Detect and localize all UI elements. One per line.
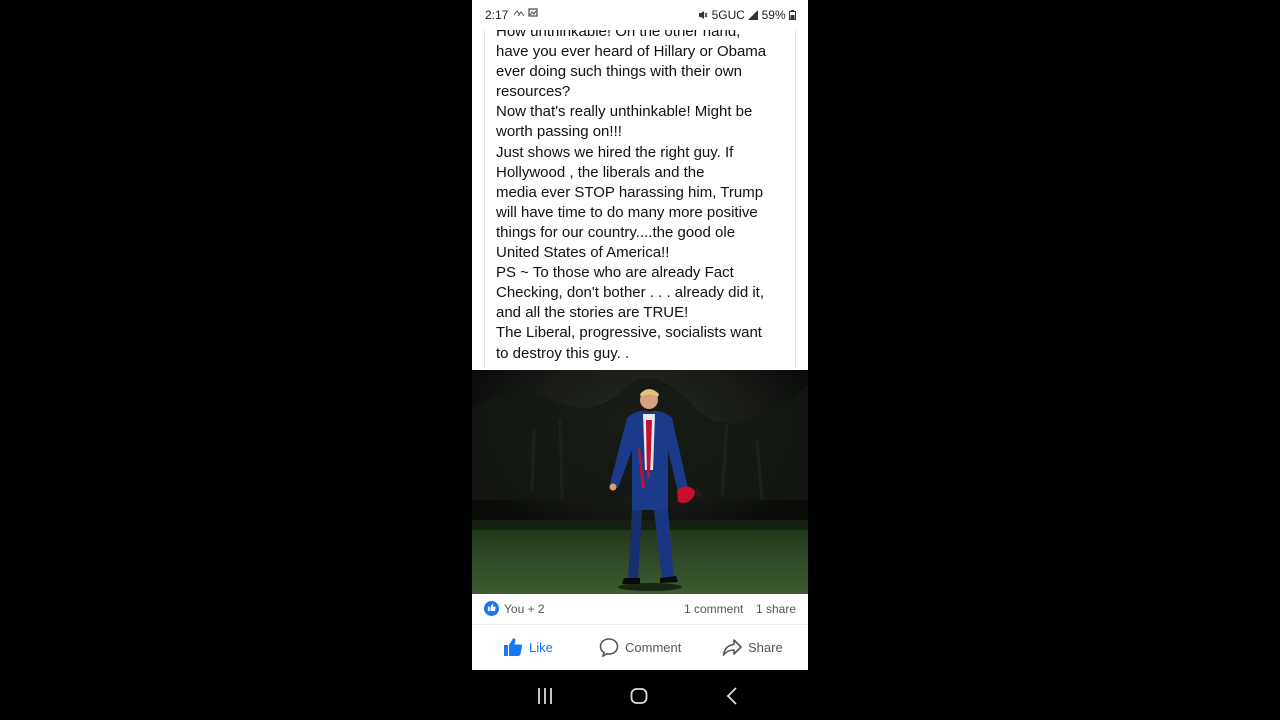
post-body-text: How unthinkable! On the other hand, have… — [496, 23, 767, 362]
like-button[interactable]: Like — [503, 637, 553, 657]
recent-apps-button[interactable] — [533, 684, 557, 708]
mute-icon — [699, 11, 708, 19]
home-icon — [630, 688, 648, 704]
status-right-group: 5GUC 59% — [698, 8, 796, 22]
speech-bubble-icon — [599, 638, 619, 657]
status-time: 2:17 — [485, 8, 509, 22]
recent-apps-icon — [538, 688, 552, 704]
status-bar: 2:17 5GUC 59% — [472, 0, 808, 30]
like-reaction-icon — [484, 601, 499, 616]
battery-icon — [789, 10, 796, 20]
back-button[interactable] — [721, 684, 745, 708]
home-button[interactable] — [627, 684, 651, 708]
thumbs-up-icon — [504, 638, 523, 656]
notification-icons — [513, 8, 539, 21]
battery-percent: 59% — [761, 8, 786, 22]
comment-label: Comment — [625, 639, 682, 655]
share-label: Share — [748, 639, 783, 655]
comment-count[interactable]: 1 comment — [684, 602, 743, 616]
post-photo[interactable] — [472, 370, 808, 594]
post-actions-bar: Like Comment Share — [472, 624, 808, 670]
like-label: Like — [529, 639, 553, 655]
share-count[interactable]: 1 share — [756, 602, 796, 616]
comment-button[interactable]: Comment — [599, 637, 681, 657]
network-type: 5GUC — [711, 8, 745, 22]
system-nav-bar — [472, 672, 808, 720]
notification-icon — [513, 8, 538, 17]
post-text-card: How unthinkable! On the other hand, have… — [472, 22, 808, 370]
share-arrow-icon — [722, 639, 742, 656]
share-button[interactable]: Share — [722, 637, 783, 657]
signal-icon — [748, 10, 759, 20]
reactions-bar: You + 2 1 comment 1 share — [472, 594, 808, 624]
reactors-summary[interactable]: You + 2 — [504, 602, 545, 616]
back-icon — [726, 687, 737, 705]
photo-man-walking-at-night — [472, 370, 808, 594]
phone-screen: How unthinkable! On the other hand, have… — [472, 0, 808, 720]
